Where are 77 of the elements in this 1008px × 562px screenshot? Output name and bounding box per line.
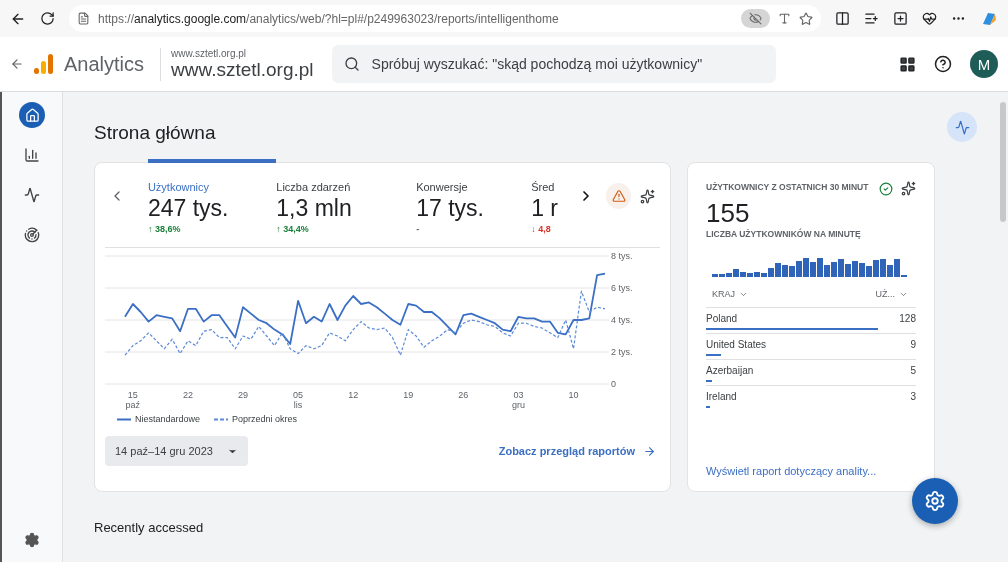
radar-icon (24, 227, 40, 243)
column-header[interactable]: KRAJ (712, 289, 748, 299)
nav-button[interactable] (19, 102, 45, 128)
heart-pulse-icon[interactable] (922, 11, 937, 26)
chart-subtitle: LICZBA UŻYTKOWNIKÓW NA MINUTĘ (706, 229, 862, 239)
metric-tab[interactable]: Użytkownicy 247 tys. ↑ 38,6% (147, 159, 277, 234)
metric-tab[interactable]: Liczba zdarzeń 1,3 mln ↑ 34,4% (276, 159, 417, 234)
insights-trend-button[interactable] (947, 112, 977, 142)
user-count: 155 (706, 198, 751, 228)
axis-label: 05 lis (293, 390, 304, 410)
metric-tab[interactable]: Konwersje 17 tys. - (416, 159, 532, 234)
reload-icon[interactable] (40, 11, 55, 26)
country-name: Ireland (706, 391, 737, 402)
help-icon[interactable] (934, 55, 952, 73)
card-title: UŻYTKOWNICY Z OSTATNICH 30 MINUT (706, 181, 870, 194)
home-icon (24, 107, 40, 123)
split-screen-icon[interactable] (835, 11, 850, 26)
scrollbar[interactable] (1000, 102, 1006, 222)
column-header[interactable]: UŻ... (875, 289, 908, 299)
bar-chart-icon (24, 147, 40, 163)
product-name: Analytics (64, 52, 145, 76)
axis-label: 6 tys. (611, 283, 633, 293)
legend-label: Niestandardowe (135, 414, 201, 424)
axis-label: 4 tys. (611, 315, 633, 325)
user-count: 128 (899, 313, 916, 324)
axis-label: 2 tys. (611, 347, 633, 357)
collections-icon[interactable] (893, 11, 908, 26)
warning-icon (611, 189, 626, 203)
page-title: Strona główna (94, 122, 217, 144)
user-count: 3 (910, 391, 916, 402)
axis-label: 29 (238, 390, 249, 400)
user-count: 5 (910, 365, 916, 376)
gear-icon (924, 490, 946, 512)
apps-icon[interactable] (899, 55, 916, 73)
settings-fab[interactable] (912, 478, 958, 524)
axis-label: 0 (611, 379, 616, 389)
eye-off-icon (749, 12, 762, 25)
favorites-icon[interactable] (864, 11, 879, 26)
page-icon (77, 12, 90, 25)
metric-tab[interactable]: Śred 1 r ↓ 4,8 (531, 159, 574, 234)
url-text: https://analytics.google.com/analytics/web/?hl=pl#/p249963023/reports/intelligenthome (98, 11, 560, 26)
trend-line-icon (954, 119, 970, 135)
property-name[interactable]: www.sztetl.org.pl (171, 58, 314, 81)
country-name: Azerbaijan (706, 365, 754, 376)
axis-label: 03 gru (511, 390, 525, 410)
insights-icon[interactable] (901, 181, 916, 196)
activity-icon (24, 187, 40, 203)
analytics-logo-icon (34, 53, 54, 75)
axis-label: 12 (348, 390, 359, 400)
tracking-button[interactable] (741, 9, 770, 28)
realtime-report-link[interactable]: Wyświetl raport dotyczący anality... (706, 465, 912, 477)
check-icon (879, 182, 893, 196)
avatar[interactable]: M (970, 50, 998, 78)
country-name: United States (706, 339, 767, 350)
account-name: www.sztetl.org.pl (171, 47, 248, 59)
axis-label: 15 paź (125, 390, 141, 410)
axis-label: 26 (458, 390, 469, 400)
star-icon[interactable] (799, 11, 813, 26)
search-field[interactable]: Spróbuj wyszukać: "skąd pochodzą moi użytkownicy" (331, 45, 776, 83)
axis-label: 10 (568, 390, 579, 400)
search-placeholder: Spróbuj wyszukać: "skąd pochodzą moi użytkownicy" (371, 56, 703, 72)
date-range-button[interactable]: 14 paź–14 gru 2023 (105, 436, 248, 466)
section-title: Recently accessed (94, 520, 205, 535)
settings-icon[interactable] (24, 532, 40, 548)
legend-line-icon (214, 417, 229, 421)
reports-link[interactable]: Zobacz przegląd raportów (498, 444, 656, 458)
axis-label: 8 tys. (611, 251, 633, 261)
legend-line-icon (117, 417, 131, 421)
arrow-right-icon (643, 444, 656, 458)
axis-label: 22 (182, 390, 193, 400)
user-count: 9 (910, 339, 916, 350)
address-bar[interactable]: https://analytics.google.com/analytics/web/?hl=pl#/p249963023/reports/intelligenthome (69, 5, 821, 32)
country-name: Poland (706, 313, 738, 324)
legend-label: Poprzedni okres (232, 414, 298, 424)
axis-label: 19 (403, 390, 414, 400)
search-icon (343, 56, 360, 72)
sparkles-icon (640, 188, 656, 204)
